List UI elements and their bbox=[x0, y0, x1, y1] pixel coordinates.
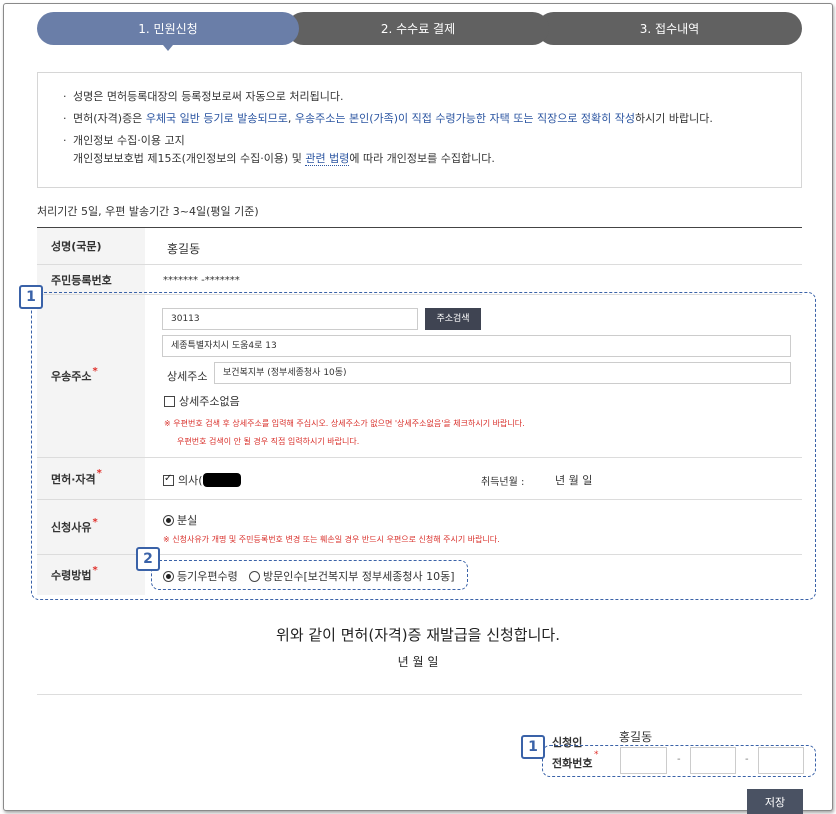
name-cell: 홍길동 bbox=[145, 228, 802, 264]
divider bbox=[37, 694, 802, 695]
row-rrn: 주민등록번호 ******* -******* bbox=[37, 265, 802, 295]
rrn-value: ******* -******* bbox=[163, 275, 240, 286]
name-value: 홍길동 bbox=[167, 242, 201, 256]
callout-badge-2: 2 bbox=[136, 547, 160, 571]
processing-period: 처리기간 5일, 우편 발송기간 3~4일(평일 기준) bbox=[37, 205, 259, 218]
notice-box: 성명은 면허등록대장의 등록정보로써 자동으로 처리됩니다. 면허(자격)증은 … bbox=[37, 72, 802, 188]
step-apply-label: 1. 민원신청 bbox=[138, 22, 198, 36]
notice-highlight: 우체국 일반 등기로 발송되므로 bbox=[145, 112, 288, 125]
related-laws-link[interactable]: 관련 법령 bbox=[305, 152, 350, 166]
callout-region-2 bbox=[151, 560, 468, 590]
rrn-label: 주민등록번호 bbox=[37, 265, 145, 294]
step-receipt-label: 3. 접수내역 bbox=[639, 22, 700, 36]
step-progress: 1. 민원신청 2. 수수료 결제 3. 접수내역 bbox=[37, 12, 802, 51]
declaration-text: 위와 같이 면허(자격)증 재발급을 신청합니다. bbox=[276, 626, 560, 644]
active-step-pointer bbox=[163, 45, 173, 51]
notice-text: 에 따라 개인정보를 수집합니다. bbox=[349, 152, 495, 165]
step-apply: 1. 민원신청 bbox=[37, 12, 299, 51]
declaration-date: 년 월 일 bbox=[397, 655, 439, 669]
save-button[interactable]: 저장 bbox=[747, 789, 803, 814]
notice-highlight: 우송주소는 본인(가족)이 직접 수령가능한 자택 또는 직장으로 정확히 작성 bbox=[294, 112, 636, 125]
notice-line-2: 면허(자격)증은 우체국 일반 등기로 발송되므로, 우송주소는 본인(가족)이… bbox=[60, 112, 801, 134]
applicant-name: 홍길동 bbox=[619, 730, 653, 744]
notice-text: 하시기 바랍니다. bbox=[635, 112, 713, 125]
callout-badge-3: 1 bbox=[521, 735, 545, 759]
notice-text: , bbox=[287, 112, 295, 125]
notice-text: 개인정보보호법 제15조(개인정보의 수집·이용) 및 bbox=[73, 152, 306, 165]
rrn-cell: ******* -******* bbox=[145, 265, 802, 294]
callout-badge-1: 1 bbox=[19, 285, 43, 309]
notice-text: 면허(자격)증은 bbox=[73, 112, 146, 125]
step-receipt: 3. 접수내역 bbox=[537, 12, 802, 45]
notice-line-3: 개인정보 수집·이용 고지 bbox=[60, 134, 801, 152]
step-payment: 2. 수수료 결제 bbox=[287, 12, 549, 45]
notice-line-4: 개인정보보호법 제15조(개인정보의 수집·이용) 및 관련 법령에 따라 개인… bbox=[60, 152, 801, 174]
name-label: 성명(국문) bbox=[37, 228, 145, 264]
step-payment-label: 2. 수수료 결제 bbox=[380, 22, 456, 36]
notice-line-1: 성명은 면허등록대장의 등록정보로써 자동으로 처리됩니다. bbox=[60, 90, 801, 112]
callout-region-3 bbox=[542, 745, 816, 777]
row-name: 성명(국문) 홍길동 bbox=[37, 228, 802, 265]
